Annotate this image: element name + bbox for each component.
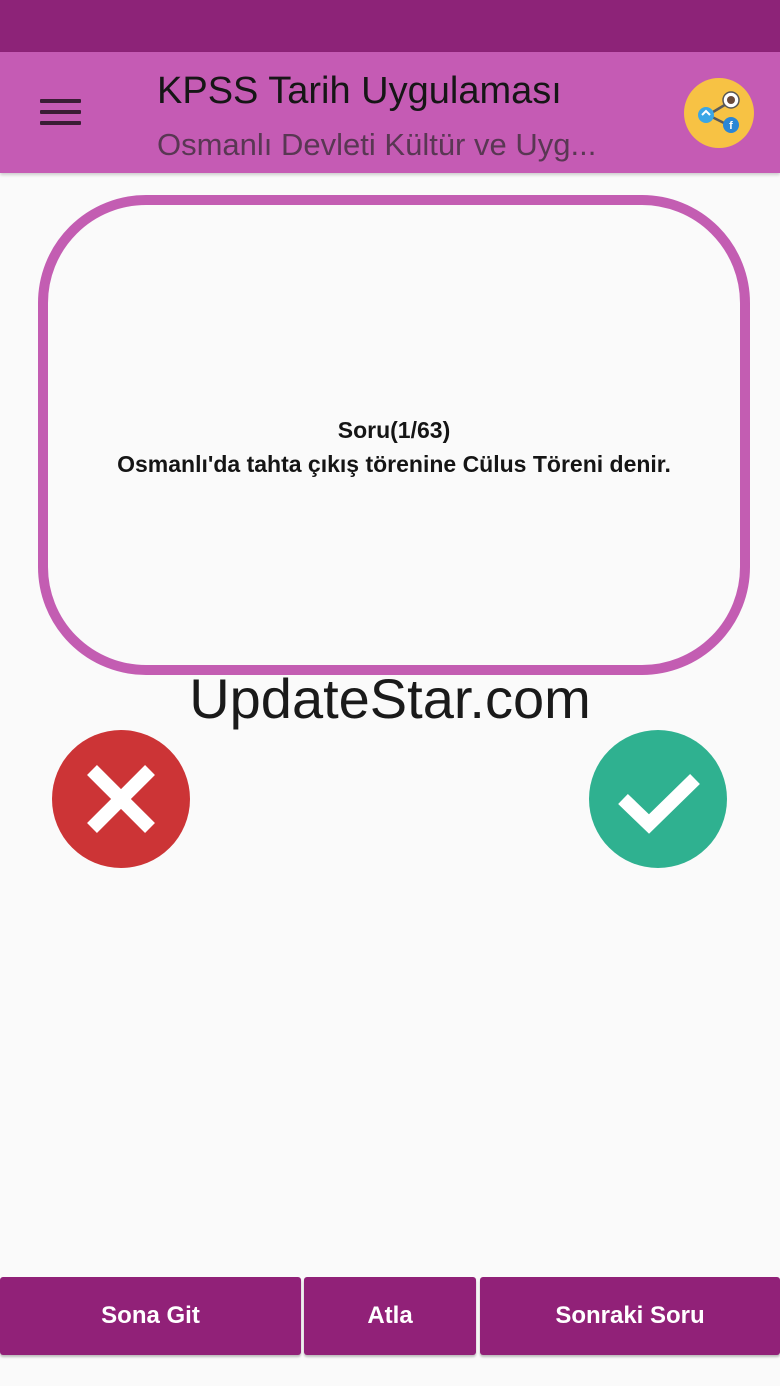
close-x-icon	[87, 765, 155, 833]
app-title: KPSS Tarih Uygulaması	[157, 70, 562, 112]
checkmark-icon	[618, 773, 700, 834]
wrong-answer-button[interactable]	[52, 730, 190, 868]
status-bar	[0, 0, 780, 52]
bottom-navigation: Sona Git Atla Sonraki Soru	[0, 1277, 780, 1357]
app-bar: KPSS Tarih Uygulaması Osmanlı Devleti Kü…	[0, 52, 780, 173]
question-text: Soru(1/63) Osmanlı'da tahta çıkış töreni…	[48, 413, 740, 481]
screen: KPSS Tarih Uygulaması Osmanlı Devleti Kü…	[0, 0, 780, 1386]
correct-answer-button[interactable]	[589, 730, 727, 868]
hamburger-menu-icon[interactable]	[30, 90, 90, 136]
svg-text:f: f	[729, 120, 733, 132]
app-subtitle: Osmanlı Devleti Kültür ve Uyg...	[157, 127, 597, 162]
skip-button[interactable]: Atla	[304, 1277, 476, 1355]
question-counter: Soru(1/63)	[337, 417, 451, 443]
go-to-end-button[interactable]: Sona Git	[0, 1277, 301, 1355]
next-question-button[interactable]: Sonraki Soru	[480, 1277, 780, 1355]
watermark-text: UpdateStar.com	[189, 667, 591, 730]
share-network-icon[interactable]: f	[684, 78, 754, 148]
question-statement: Osmanlı'da tahta çıkış törenine Cülus Tö…	[117, 451, 671, 477]
question-card: Soru(1/63) Osmanlı'da tahta çıkış töreni…	[38, 195, 750, 675]
